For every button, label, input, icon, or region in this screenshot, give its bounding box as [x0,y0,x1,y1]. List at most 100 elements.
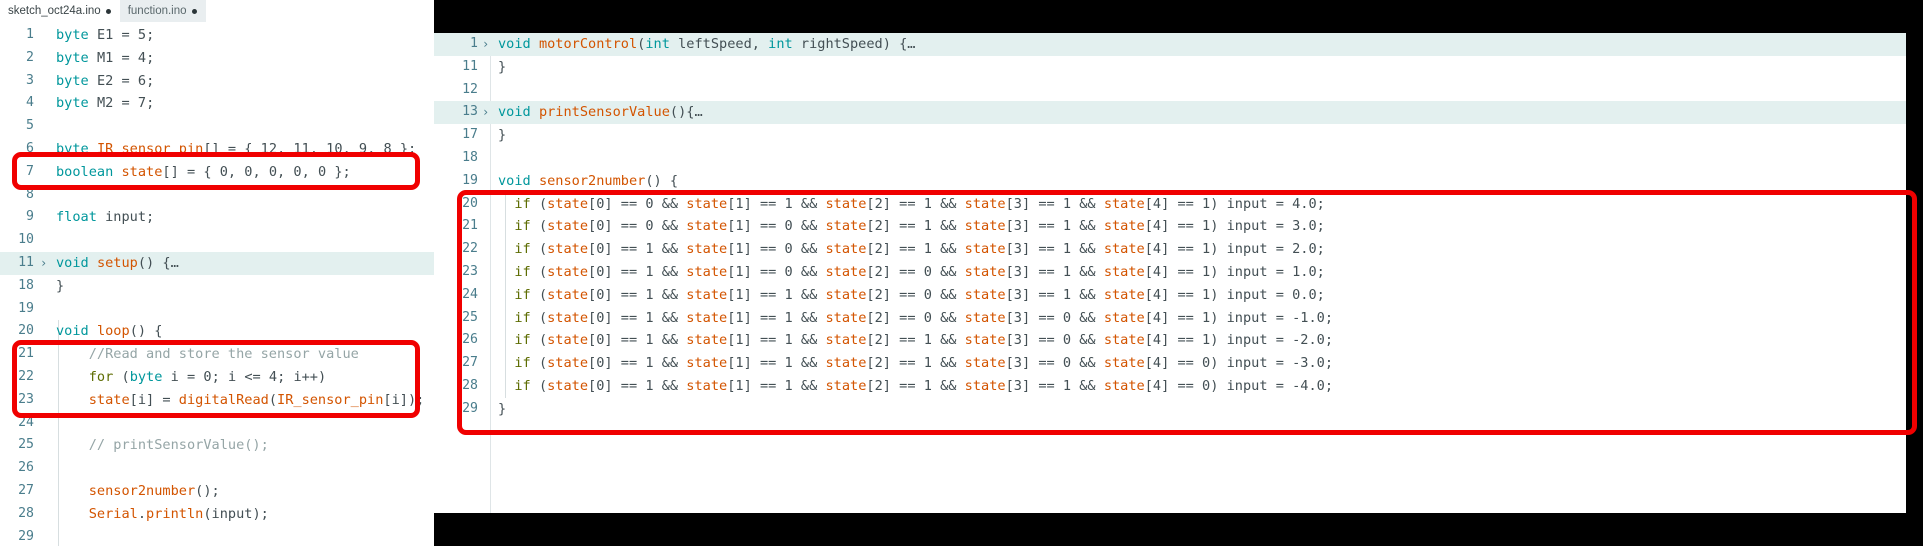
line-number: 2 [26,49,34,65]
line-number: 27 [462,355,478,371]
line-number: 12 [462,81,478,97]
line-number: 24 [18,414,34,430]
line-text: Serial.println(input); [88,505,269,522]
line-number: 28 [462,378,478,393]
line-number: 18 [18,277,34,293]
code-line[interactable]: 21 if (state[0] == 0 && state[1] == 0 &&… [434,215,1906,238]
line-number: 1 [26,27,34,42]
code-line[interactable]: 12 [434,79,1906,102]
line-text: if (state[0] == 0 && state[1] == 0 && st… [514,218,1325,235]
left-code-area[interactable]: 1 byte E1 = 5; 2 byte M1 = 4; 3 byte E2 = 6; 4… [0,24,434,546]
line-number: 9 [26,209,34,225]
line-number: 23 [18,391,34,407]
line-text: void sensor2number() { [498,172,679,189]
line-text: if (state[0] == 1 && state[1] == 1 && st… [514,286,1325,303]
code-line[interactable]: 2 byte M1 = 4; [0,47,434,70]
line-text: if (state[0] == 1 && state[1] == 1 && st… [514,309,1334,326]
line-text: } [498,58,507,75]
code-line[interactable]: 20 void loop() { [0,320,434,343]
code-line[interactable]: 27 sensor2number(); [0,480,434,503]
line-number: 7 [26,163,34,179]
line-number: 6 [26,141,34,156]
code-line[interactable]: 29} [434,398,1906,421]
line-number: 28 [18,505,34,521]
code-line[interactable]: 18} [0,275,434,298]
code-line[interactable]: 23 if (state[0] == 1 && state[1] == 0 &&… [434,261,1906,284]
code-line[interactable]: 11} [434,56,1906,79]
code-line[interactable]: 22 for (byte i = 0; i <= 4; i++) [0,366,434,389]
code-line[interactable]: 27 if (state[0] == 1 && state[1] == 1 &&… [434,352,1906,375]
code-line[interactable]: 28 if (state[0] == 1 && state[1] == 1 &&… [434,375,1906,398]
right-code-area[interactable]: 1 › void motorControl(int leftSpeed, int r… [434,33,1906,417]
code-line[interactable]: 6 byte IR_sensor_pin[] = { 12, 11, 10, 9,… [0,138,434,161]
code-line[interactable]: 9 float input; [0,206,434,229]
code-line[interactable]: 26 [0,457,434,480]
unsaved-dot-icon [191,8,197,14]
tab-sketch-oct24a-ino[interactable]: sketch_oct24a.ino [0,0,120,22]
editor-tab-bar: sketch_oct24a.ino function.ino [0,0,434,23]
code-line[interactable]: 7 boolean state[] = { 0, 0, 0, 0, 0 }; [0,161,434,184]
code-line[interactable]: 25 // printSensorValue(); [0,434,434,457]
line-text: if (state[0] == 1 && state[1] == 1 && st… [514,332,1334,349]
line-number: 11 [462,58,478,74]
code-line[interactable]: 8 [0,184,434,207]
code-line[interactable]: 24 [0,412,434,435]
fold-toggle-icon[interactable]: › [482,33,489,56]
line-text: void setup() {… [56,255,179,271]
line-number: 4 [26,95,34,111]
line-number: 1 [470,36,478,51]
code-line[interactable]: 22 if (state[0] == 1 && state[1] == 0 &&… [434,238,1906,261]
code-line[interactable]: 5 [0,115,434,138]
line-number: 18 [462,150,478,165]
line-text: } [498,400,507,417]
line-text: byte IR_sensor_pin[] = { 12, 11, 10, 9, … [56,141,417,157]
code-line[interactable]: 25 if (state[0] == 1 && state[1] == 1 &&… [434,307,1906,330]
line-number: 8 [26,186,34,202]
fold-toggle-icon[interactable]: › [40,252,47,275]
line-number: 5 [26,118,34,134]
code-line[interactable]: 4 byte M2 = 7; [0,92,434,115]
code-line[interactable]: 11 › void setup() {… [0,252,434,275]
line-number: 25 [18,437,34,453]
line-text: void loop() { [56,323,163,340]
line-text: // printSensorValue(); [88,437,269,454]
line-number: 21 [462,218,478,234]
code-line[interactable]: 23 state[i] = digitalRead(IR_sensor_pin[… [0,389,434,412]
code-line[interactable]: 26 if (state[0] == 1 && state[1] == 1 &&… [434,329,1906,352]
code-line[interactable]: 17} [434,124,1906,147]
code-line[interactable]: 1 › void motorControl(int leftSpeed, int r… [434,33,1906,56]
line-number: 22 [462,241,478,257]
code-line[interactable]: 21 //Read and store the sensor value [0,343,434,366]
code-line[interactable]: 28 Serial.println(input); [0,503,434,526]
fold-toggle-icon[interactable]: › [482,101,489,124]
line-number: 19 [18,300,34,316]
code-line[interactable]: 3 byte E2 = 6; [0,70,434,93]
code-line[interactable]: 1 byte E1 = 5; [0,24,434,47]
line-text: for (byte i = 0; i <= 4; i++) [88,369,327,385]
line-text: byte M1 = 4; [56,49,155,66]
code-line[interactable]: 13 › void printSensorValue(){… [434,101,1906,125]
line-number: 27 [18,483,34,498]
code-line[interactable]: 19 [0,298,434,321]
line-number: 20 [462,195,478,211]
screenshot-root: sketch_oct24a.ino function.ino 1 byte E1 … [0,0,1923,546]
line-number: 29 [462,400,478,416]
code-line[interactable]: 29 [0,526,434,546]
line-text: if (state[0] == 1 && state[1] == 1 && st… [514,378,1334,394]
code-line[interactable]: 24 if (state[0] == 1 && state[1] == 1 &&… [434,284,1906,307]
tab-function-ino[interactable]: function.ino [119,0,206,22]
line-text: byte E2 = 6; [56,72,155,89]
code-line[interactable]: 19 void sensor2number() { [434,170,1906,193]
line-number: 21 [18,346,34,362]
left-editor-pane: sketch_oct24a.ino function.ino 1 byte E1 … [0,0,434,546]
code-line[interactable]: 10 [0,229,434,252]
line-number: 19 [462,172,478,188]
line-text: void printSensorValue(){… [498,104,703,121]
code-line[interactable]: 20 if (state[0] == 0 && state[1] == 1 &&… [434,193,1906,216]
line-text: if (state[0] == 1 && state[1] == 0 && st… [514,241,1325,258]
line-text: } [498,127,507,144]
line-number: 20 [18,323,34,339]
line-number: 26 [462,332,478,348]
line-number: 22 [18,369,34,384]
code-line[interactable]: 18 [434,147,1906,170]
